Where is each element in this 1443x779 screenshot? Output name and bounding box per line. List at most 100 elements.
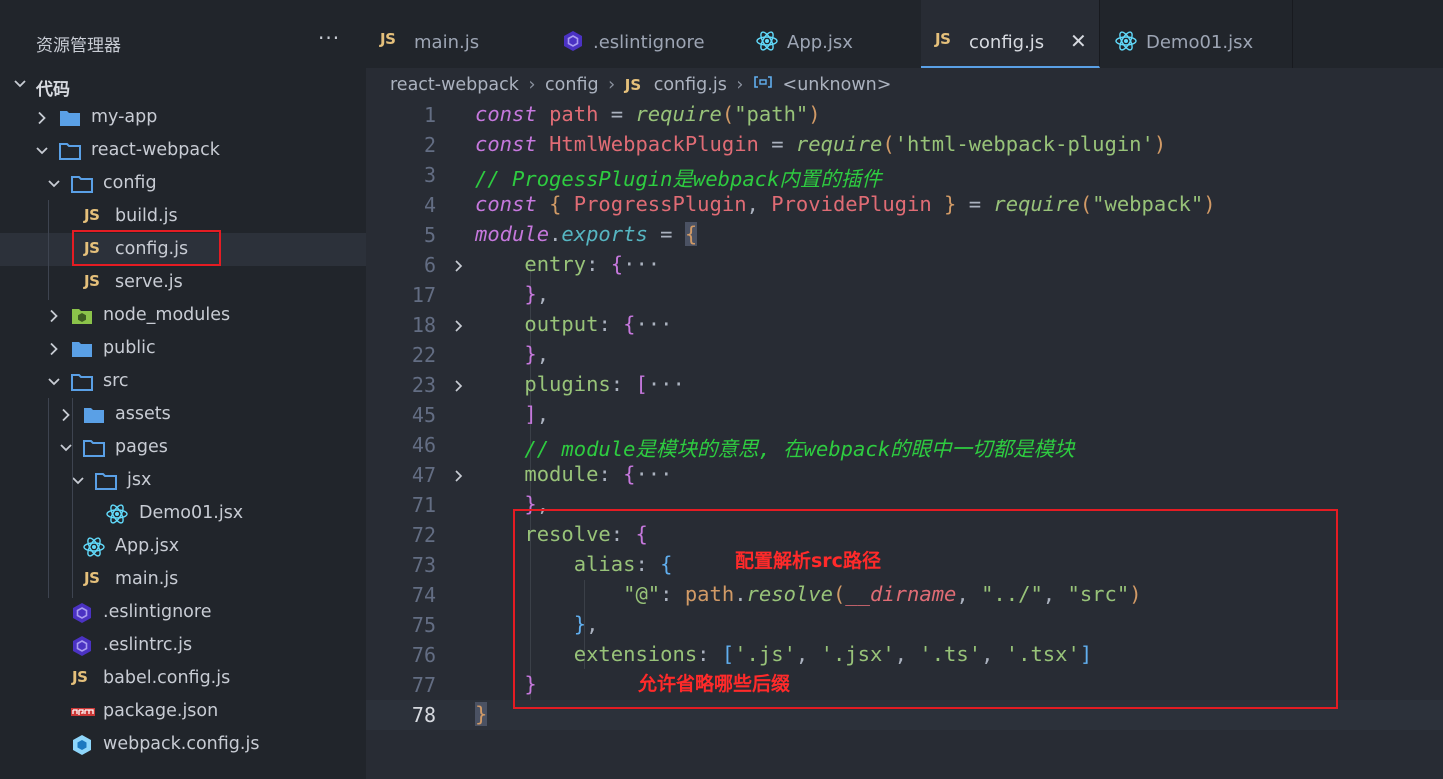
tree-item-main-js[interactable]: JS main.js xyxy=(0,563,366,596)
tree-item-label: my-app xyxy=(91,107,158,127)
code-line[interactable]: 46 // module是模块的意思, 在webpack的眼中一切都是模块 xyxy=(366,430,1443,462)
code-text: }, xyxy=(524,282,550,306)
line-number: 72 xyxy=(411,523,436,547)
tree-item-label: build.js xyxy=(115,206,178,226)
code-line[interactable]: 3 // ProgessPlugin是webpack内置的插件 xyxy=(366,160,1443,191)
tab-bar: JS main.js .eslintignore App.jsx JS config.js… xyxy=(366,0,1443,68)
code-token: plugins xyxy=(524,372,611,396)
tab-demo01-jsx[interactable]: Demo01.jsx xyxy=(1100,0,1293,68)
tree-item-config[interactable]: config xyxy=(0,167,366,200)
fold-chevron-icon[interactable] xyxy=(452,318,466,337)
code-token: "webpack" xyxy=(1092,192,1204,216)
tree-item-node-modules[interactable]: node_modules xyxy=(0,299,366,332)
code-line[interactable]: 1 const path = require("path") xyxy=(366,100,1443,130)
line-number: 6 xyxy=(423,253,436,277)
tree-item-public[interactable]: public xyxy=(0,332,366,365)
chevron-down-icon xyxy=(34,143,50,163)
tree-item-build-js[interactable]: JS build.js xyxy=(0,200,366,233)
breadcrumb-separator: › xyxy=(608,74,616,95)
code-token: require xyxy=(635,102,722,126)
code-line[interactable]: 5 module.exports = { xyxy=(366,220,1443,250)
code-line[interactable]: 2 const HtmlWebpackPlugin = require('html… xyxy=(366,130,1443,160)
tree-item-eslintrc-js[interactable]: .eslintrc.js xyxy=(0,629,366,662)
tree-item-pages[interactable]: pages xyxy=(0,431,366,464)
tab-label: Demo01.jsx xyxy=(1146,32,1254,53)
workspace-root[interactable]: 代码 xyxy=(0,68,366,101)
code-line[interactable]: 47 module: {··· xyxy=(366,460,1443,490)
tree-item-label: main.js xyxy=(115,569,179,589)
code-token: ··· xyxy=(635,312,673,336)
code-line[interactable]: 23 plugins: [··· xyxy=(366,370,1443,400)
tab-label: .eslintignore xyxy=(593,32,705,53)
chevron-right-icon xyxy=(34,110,50,130)
line-number: 73 xyxy=(411,553,436,577)
code-token: output xyxy=(524,312,599,336)
tab-label: App.jsx xyxy=(787,32,853,53)
fold-chevron-icon[interactable] xyxy=(452,468,466,487)
explorer-sidebar: 资源管理器 ··· 代码 my-app react-webpack config JS… xyxy=(0,0,366,779)
js-file-icon: JS xyxy=(72,668,88,686)
tree-item-src[interactable]: src xyxy=(0,365,366,398)
tab-eslintignore[interactable]: .eslintignore xyxy=(547,0,742,68)
tree-item-my-app[interactable]: my-app xyxy=(0,101,366,134)
code-token: ··· xyxy=(647,372,685,396)
code-line[interactable]: 4 const { ProgressPlugin, ProvidePlugin }… xyxy=(366,190,1443,220)
code-token: path xyxy=(549,102,599,126)
react-file-icon xyxy=(755,30,779,56)
breadcrumb-separator: › xyxy=(736,74,744,95)
folder-icon xyxy=(82,404,106,430)
explorer-header: 资源管理器 ··· xyxy=(0,0,366,68)
tree-item-serve-js[interactable]: JS serve.js xyxy=(0,266,366,299)
fold-chevron-icon[interactable] xyxy=(452,258,466,277)
eslint-icon xyxy=(70,602,94,628)
tree-item-label: pages xyxy=(115,437,168,457)
fold-chevron-icon[interactable] xyxy=(452,378,466,397)
line-number: 47 xyxy=(411,463,436,487)
code-token: ProvidePlugin xyxy=(771,192,932,216)
code-editor[interactable]: react-webpack › config › JS config.js › … xyxy=(366,68,1443,779)
code-token: // module是模块的意思, 在webpack的眼中一切都是模块 xyxy=(524,437,1075,461)
folder-icon xyxy=(70,338,94,364)
code-line[interactable]: 18 output: {··· xyxy=(366,310,1443,340)
tree-item-demo01-jsx[interactable]: Demo01.jsx xyxy=(0,497,366,530)
tab-main-js[interactable]: JS main.js xyxy=(366,0,548,68)
code-text: ], xyxy=(524,402,550,426)
tab-label: main.js xyxy=(414,32,480,53)
line-number: 22 xyxy=(411,343,436,367)
close-icon[interactable]: ✕ xyxy=(1070,29,1087,53)
symbol-icon xyxy=(753,74,773,95)
explorer-more-button[interactable]: ··· xyxy=(318,26,340,50)
code-line[interactable]: 6 entry: {··· xyxy=(366,250,1443,280)
code-text: // module是模块的意思, 在webpack的眼中一切都是模块 xyxy=(475,432,1075,462)
breadcrumb-root[interactable]: react-webpack xyxy=(390,75,519,95)
selected-file-highlight xyxy=(72,230,221,266)
breadcrumb-symbol[interactable]: <unknown> xyxy=(783,75,892,95)
line-number: 5 xyxy=(423,223,436,247)
tree-item-webpack-config-js[interactable]: webpack.config.js xyxy=(0,728,366,761)
breadcrumb-folder[interactable]: config xyxy=(545,75,599,95)
tree-item-react-webpack[interactable]: react-webpack xyxy=(0,134,366,167)
tree-item-app-jsx[interactable]: App.jsx xyxy=(0,530,366,563)
tab-config-js[interactable]: JS config.js ✕ xyxy=(921,0,1100,68)
tree-item-label: package.json xyxy=(103,701,219,721)
tree-item-label: Demo01.jsx xyxy=(139,503,244,523)
line-number: 46 xyxy=(411,433,436,457)
annotation-extensions: 允许省略哪些后缀 xyxy=(638,673,791,695)
code-token: module xyxy=(524,462,599,486)
js-file-icon: JS xyxy=(380,30,396,48)
code-token: require xyxy=(993,192,1080,216)
tree-item-jsx[interactable]: jsx xyxy=(0,464,366,497)
tree-item-package-json[interactable]: package.json xyxy=(0,695,366,728)
breadcrumb-file[interactable]: config.js xyxy=(654,75,727,95)
webpack-icon xyxy=(70,734,94,760)
code-text: plugins: [··· xyxy=(524,372,685,396)
tree-item-babel-config-js[interactable]: JS babel.config.js xyxy=(0,662,366,695)
code-line[interactable]: 45 ], xyxy=(366,400,1443,430)
code-token: const xyxy=(475,192,537,216)
code-line[interactable]: 17 }, xyxy=(366,280,1443,310)
code-line[interactable]: 22 }, xyxy=(366,340,1443,370)
tab-app-jsx[interactable]: App.jsx xyxy=(741,0,922,68)
tree-item-label: public xyxy=(103,338,156,358)
tree-item-assets[interactable]: assets xyxy=(0,398,366,431)
tree-item-eslintignore[interactable]: .eslintignore xyxy=(0,596,366,629)
